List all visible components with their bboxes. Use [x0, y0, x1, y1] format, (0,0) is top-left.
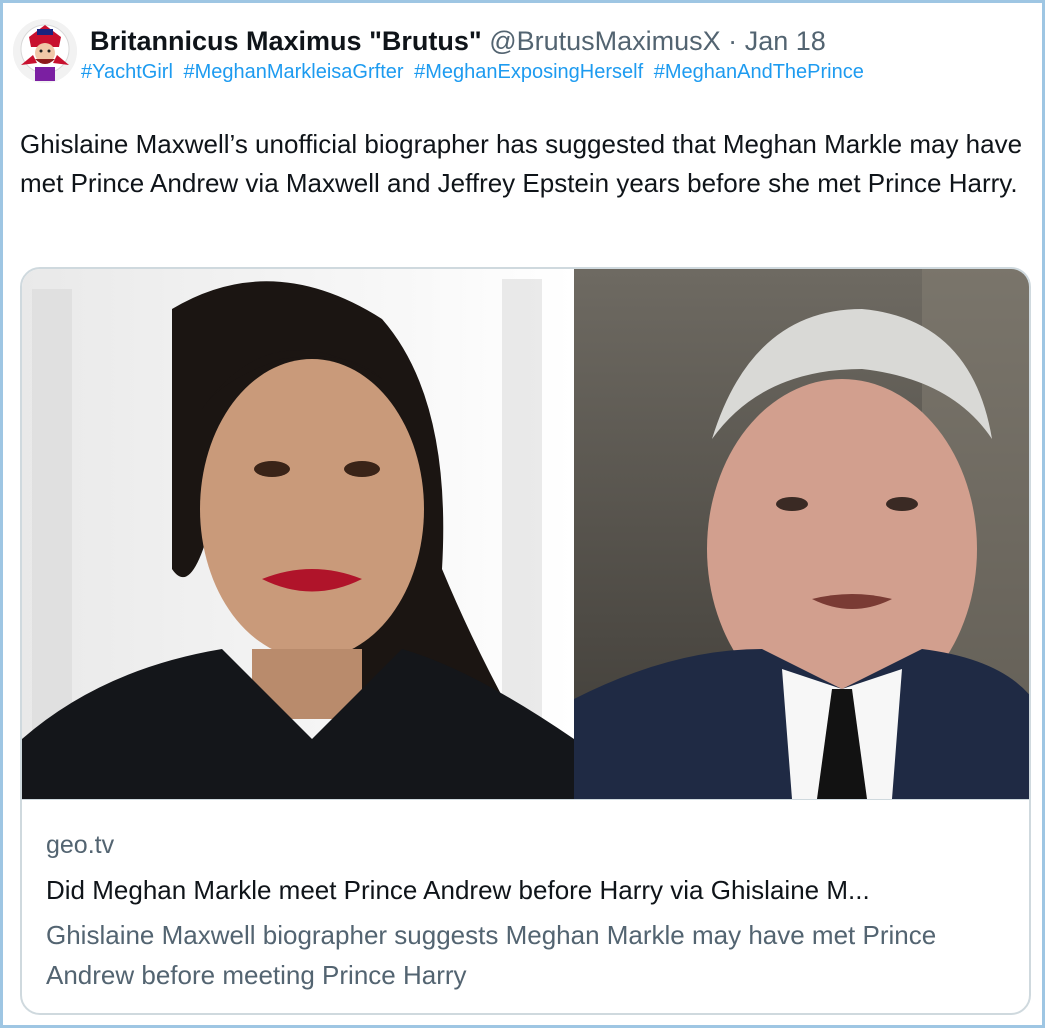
- card-description: Ghislaine Maxwell biographer suggests Me…: [46, 920, 937, 990]
- tweet-header: Britannicus Maximus "Brutus" @BrutusMaxi…: [90, 25, 826, 57]
- card-image: [22, 269, 1029, 799]
- hashtag-link[interactable]: #MeghanAndThePrince: [654, 61, 864, 83]
- link-preview-card[interactable]: geo.tv Did Meghan Markle meet Prince And…: [20, 267, 1031, 1015]
- display-name[interactable]: Britannicus Maximus "Brutus": [90, 26, 482, 56]
- card-domain: geo.tv: [46, 831, 115, 859]
- separator-dot: ·: [728, 26, 738, 56]
- hashtag-list: #YachtGirl #MeghanMarkleisaGrfter #Megha…: [81, 59, 869, 85]
- hashtag-link[interactable]: #YachtGirl: [81, 61, 173, 83]
- tweet-date[interactable]: Jan 18: [745, 26, 826, 56]
- tweet-container: Britannicus Maximus "Brutus" @BrutusMaxi…: [0, 0, 1045, 1028]
- tweet-text: Ghislaine Maxwell’s unofficial biographe…: [20, 129, 1023, 198]
- hashtag-link[interactable]: #MeghanExposingHerself: [414, 61, 643, 83]
- card-title[interactable]: Did Meghan Markle meet Prince Andrew bef…: [46, 873, 996, 907]
- hashtag-link[interactable]: #MeghanMarkleisaGrfter: [183, 61, 403, 83]
- avatar-cartoon-icon: [13, 19, 77, 83]
- avatar[interactable]: [13, 19, 77, 83]
- user-handle[interactable]: @BrutusMaximusX: [489, 26, 720, 56]
- card-divider: [22, 799, 1029, 800]
